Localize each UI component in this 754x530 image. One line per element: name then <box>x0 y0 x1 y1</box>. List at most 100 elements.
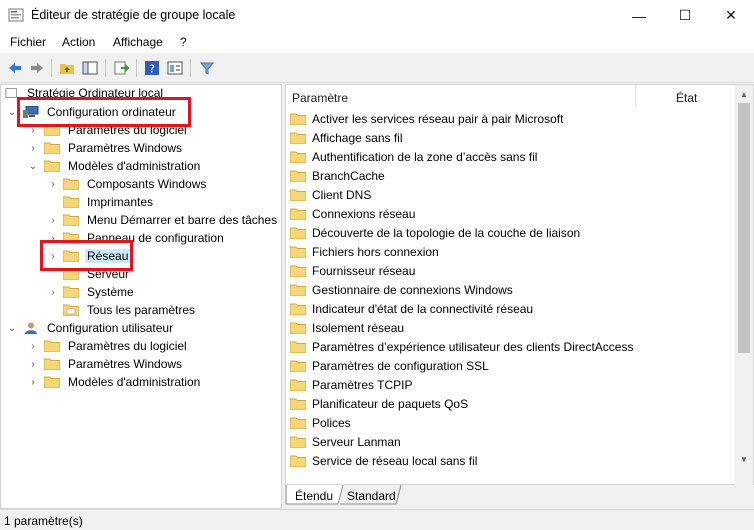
menu-action[interactable]: Action <box>62 35 95 49</box>
chevron-right-icon[interactable]: › <box>28 139 38 157</box>
chevron-down-icon[interactable]: ⌄ <box>7 319 17 337</box>
scroll-down-icon[interactable]: ▼ <box>738 453 750 465</box>
menu-bar: Fichier Action Affichage ? <box>0 31 754 53</box>
folder-icon <box>63 214 79 226</box>
column-header-parametre[interactable]: Paramètre <box>292 91 348 111</box>
minimize-button[interactable]: — <box>616 0 662 31</box>
tree-item-label: Modèles d'administration <box>68 375 201 389</box>
user-icon <box>25 322 37 334</box>
export-list-icon[interactable] <box>111 58 131 78</box>
list-item[interactable]: Planificateur de paquets QoS <box>290 394 468 413</box>
scrollbar-thumb[interactable] <box>738 103 750 353</box>
folder-icon <box>290 227 306 239</box>
list-item[interactable]: Activer les services réseau pair à pair … <box>290 109 563 128</box>
list-item-label: Authentification de la zone d’accès sans… <box>312 149 538 164</box>
list-item[interactable]: Polices <box>290 413 351 432</box>
tree-item-user-config[interactable]: Configuration utilisateur <box>23 319 175 337</box>
column-header-etat[interactable]: État <box>676 91 697 111</box>
tab-etendu[interactable]: Étendu <box>289 487 339 505</box>
up-folder-icon[interactable] <box>57 58 77 78</box>
list-item[interactable]: Service de réseau local sans fil <box>290 451 477 470</box>
chevron-right-icon[interactable]: › <box>48 211 58 229</box>
list-item[interactable]: Authentification de la zone d’accès sans… <box>290 147 537 166</box>
list-item[interactable]: Paramètres de configuration SSL <box>290 356 489 375</box>
tree-item-windows-settings[interactable]: Paramètres Windows <box>44 139 184 157</box>
tree-item-label: Paramètres Windows <box>68 141 183 155</box>
chevron-down-icon[interactable]: ⌄ <box>7 103 17 121</box>
list-item[interactable]: BranchCache <box>290 166 385 185</box>
show-hide-tree-icon[interactable] <box>80 58 100 78</box>
folder-icon <box>290 208 306 220</box>
list-item[interactable]: Fichiers hors connexion <box>290 242 439 261</box>
folder-icon <box>290 436 306 448</box>
list-item-label: Connexions réseau <box>312 206 416 221</box>
chevron-right-icon[interactable]: › <box>28 355 38 373</box>
status-text: 1 paramètre(s) <box>4 514 83 528</box>
forward-arrow-icon[interactable] <box>27 58 47 78</box>
tree-item-windows-components[interactable]: Composants Windows <box>63 175 208 193</box>
chevron-down-icon[interactable]: ⌄ <box>28 157 38 175</box>
folder-icon <box>290 113 306 125</box>
properties-icon[interactable] <box>165 58 185 78</box>
chevron-right-icon[interactable]: › <box>28 337 38 355</box>
folder-icon <box>290 360 306 372</box>
list-item[interactable]: Paramètres TCPIP <box>290 375 412 394</box>
list-item[interactable]: Serveur Lanman <box>290 432 401 451</box>
tree-item-user-admin-templates[interactable]: Modèles d'administration <box>44 373 202 391</box>
folder-icon <box>290 322 306 334</box>
tree-item-user-windows-settings[interactable]: Paramètres Windows <box>44 355 184 373</box>
folder-icon <box>63 196 79 208</box>
close-button[interactable]: ✕ <box>708 0 754 31</box>
chevron-right-icon[interactable]: › <box>48 175 58 193</box>
folder-icon <box>290 379 306 391</box>
list-item[interactable]: Gestionnaire de connexions Windows <box>290 280 513 299</box>
list-item[interactable]: Indicateur d'état de la connectivité rés… <box>290 299 533 318</box>
tree-item-label: Imprimantes <box>87 195 154 209</box>
list-item[interactable]: Client DNS <box>290 185 371 204</box>
menu-affichage[interactable]: Affichage <box>113 35 163 49</box>
view-tabs: Étendu Standard <box>285 485 754 509</box>
list-item-label: Découverte de la topologie de la couche … <box>312 225 581 240</box>
list-item[interactable]: Fournisseur réseau <box>290 261 415 280</box>
list-item[interactable]: Affichage sans fil <box>290 128 403 147</box>
folder-icon <box>290 417 306 429</box>
settings-list-pane[interactable]: Paramètre État Activer les services rése… <box>285 84 754 485</box>
folder-icon <box>290 341 306 353</box>
list-item-label: Client DNS <box>312 187 372 202</box>
menu-help[interactable]: ? <box>180 35 187 49</box>
help-icon[interactable]: ? <box>142 58 162 78</box>
window-title: Éditeur de stratégie de groupe locale <box>31 8 236 22</box>
tree-item-start-menu[interactable]: Menu Démarrer et barre des tâches <box>63 211 279 229</box>
tree-item-printers[interactable]: Imprimantes <box>63 193 155 211</box>
filter-icon[interactable] <box>197 58 217 78</box>
list-item[interactable]: Isolement réseau <box>290 318 404 337</box>
folder-icon <box>44 358 60 370</box>
tree-item-admin-templates[interactable]: Modèles d'administration <box>44 157 202 175</box>
folder-icon <box>290 132 306 144</box>
list-item[interactable]: Paramètres d’expérience utilisateur des … <box>290 337 633 356</box>
tree-item-user-software-settings[interactable]: Paramètres du logiciel <box>44 337 189 355</box>
tree-item-system[interactable]: Système <box>63 283 136 301</box>
menu-fichier[interactable]: Fichier <box>10 35 46 49</box>
tree-item-all-settings[interactable]: Tous les paramètres <box>63 301 197 319</box>
chevron-right-icon[interactable]: › <box>48 283 58 301</box>
folder-icon <box>290 189 306 201</box>
folder-icon <box>290 265 306 277</box>
list-item-label: Paramètres TCPIP <box>312 377 413 392</box>
folder-open-icon <box>44 160 60 172</box>
tree-pane[interactable]: Stratégie Ordinateur local ⌄ Configurati… <box>0 84 282 509</box>
list-item[interactable]: Découverte de la topologie de la couche … <box>290 223 580 242</box>
list-item-label: Isolement réseau <box>312 320 405 335</box>
list-item-label: Serveur Lanman <box>312 434 401 449</box>
back-arrow-icon[interactable] <box>5 58 25 78</box>
list-item[interactable]: Connexions réseau <box>290 204 415 223</box>
folder-icon <box>44 340 60 352</box>
highlight-network <box>40 240 133 271</box>
tab-standard[interactable]: Standard <box>341 487 402 505</box>
tree-item-label: Menu Démarrer et barre des tâches <box>87 213 278 227</box>
group-policy-editor-icon <box>8 8 24 22</box>
chevron-right-icon[interactable]: › <box>28 373 38 391</box>
maximize-button[interactable]: ☐ <box>662 0 708 31</box>
scroll-up-icon[interactable]: ▲ <box>738 88 750 100</box>
folder-icon <box>290 170 306 182</box>
